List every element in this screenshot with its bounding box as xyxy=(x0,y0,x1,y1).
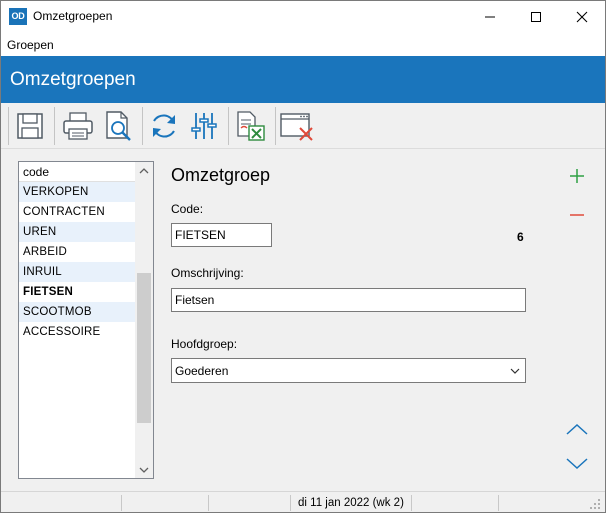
export-excel-button[interactable] xyxy=(232,108,268,144)
chevron-down-icon xyxy=(566,458,588,470)
status-bar: di 11 jan 2022 (wk 2) xyxy=(1,491,605,512)
settings-sliders-icon xyxy=(191,113,217,139)
record-count: 6 xyxy=(517,230,524,244)
list-item-selected[interactable]: FIETSEN xyxy=(19,282,135,302)
list-items: VERKOPEN CONTRACTEN UREN ARBEID INRUIL F… xyxy=(19,182,135,342)
list-scrollbar[interactable] xyxy=(135,162,153,478)
app-logo-icon: OD xyxy=(9,8,27,25)
status-date: di 11 jan 2022 (wk 2) xyxy=(298,497,404,509)
save-icon xyxy=(17,113,43,139)
settings-button[interactable] xyxy=(186,108,222,144)
list-column-header[interactable]: code xyxy=(19,162,135,182)
app-window: OD Omzetgroepen Groepen Omzetgroepen cod… xyxy=(0,0,606,513)
menu-item-groepen[interactable]: Groepen xyxy=(7,38,54,52)
minimize-icon xyxy=(485,16,495,17)
scroll-down-button[interactable] xyxy=(135,461,153,478)
list-item[interactable]: VERKOPEN xyxy=(19,182,135,202)
page-title: Omzetgroepen xyxy=(10,69,136,90)
list-item[interactable]: CONTRACTEN xyxy=(19,202,135,222)
toolbar-separator xyxy=(228,107,229,145)
remove-icon xyxy=(570,214,584,216)
save-button[interactable] xyxy=(12,108,48,144)
scroll-up-button[interactable] xyxy=(135,162,153,179)
chevron-down-icon xyxy=(510,368,520,374)
minimize-button[interactable] xyxy=(467,1,513,32)
window-title: Omzetgroepen xyxy=(33,9,113,23)
status-divider xyxy=(121,495,122,511)
list-item[interactable]: INRUIL xyxy=(19,262,135,282)
maximize-button[interactable] xyxy=(513,1,559,32)
group-list[interactable]: code VERKOPEN CONTRACTEN UREN ARBEID INR… xyxy=(18,161,154,479)
remove-button[interactable] xyxy=(566,204,588,226)
status-divider xyxy=(498,495,499,511)
add-icon xyxy=(570,169,584,183)
form-title: Omzetgroep xyxy=(171,165,271,185)
code-input[interactable]: FIETSEN xyxy=(171,223,272,247)
refresh-icon xyxy=(153,114,175,138)
print-preview-button[interactable] xyxy=(100,108,136,144)
toolbar-separator xyxy=(275,107,276,145)
code-label: Code: xyxy=(171,202,204,216)
close-button[interactable] xyxy=(559,1,605,32)
description-label: Omschrijving: xyxy=(171,266,244,280)
maingroup-select[interactable]: Goederen xyxy=(171,358,526,383)
title-bar: OD Omzetgroepen xyxy=(1,1,605,32)
maingroup-selected-value: Goederen xyxy=(175,364,229,378)
list-item[interactable]: UREN xyxy=(19,222,135,242)
chevron-up-icon xyxy=(139,167,149,173)
chevron-down-icon xyxy=(139,467,149,473)
toolbar-separator xyxy=(8,107,9,145)
list-item[interactable]: SCOOTMOB xyxy=(19,302,135,322)
status-divider xyxy=(208,495,209,511)
toolbar-separator xyxy=(54,107,55,145)
menu-bar: Groepen xyxy=(1,32,605,56)
toolbar xyxy=(1,103,605,149)
chevron-up-icon xyxy=(566,423,588,435)
close-icon xyxy=(576,11,588,22)
print-icon xyxy=(63,112,93,140)
maximize-icon xyxy=(531,11,541,22)
status-divider xyxy=(290,495,291,511)
description-input[interactable]: Fietsen xyxy=(171,288,526,312)
list-item[interactable]: ACCESSOIRE xyxy=(19,322,135,342)
export-excel-icon xyxy=(237,111,265,141)
maingroup-label: Hoofdgroep: xyxy=(171,337,238,351)
move-down-button[interactable] xyxy=(566,453,588,475)
add-button[interactable] xyxy=(566,165,588,187)
scrollbar-thumb[interactable] xyxy=(137,273,151,423)
status-divider xyxy=(411,495,412,511)
move-up-button[interactable] xyxy=(566,418,588,440)
print-preview-icon xyxy=(106,111,131,141)
list-item[interactable]: ARBEID xyxy=(19,242,135,262)
resize-grip-icon[interactable] xyxy=(589,498,601,510)
print-button[interactable] xyxy=(60,108,96,144)
page-header: Omzetgroepen xyxy=(1,56,605,103)
refresh-button[interactable] xyxy=(146,108,182,144)
toolbar-separator xyxy=(142,107,143,145)
close-window-button[interactable] xyxy=(279,108,315,144)
close-window-icon xyxy=(280,113,313,141)
